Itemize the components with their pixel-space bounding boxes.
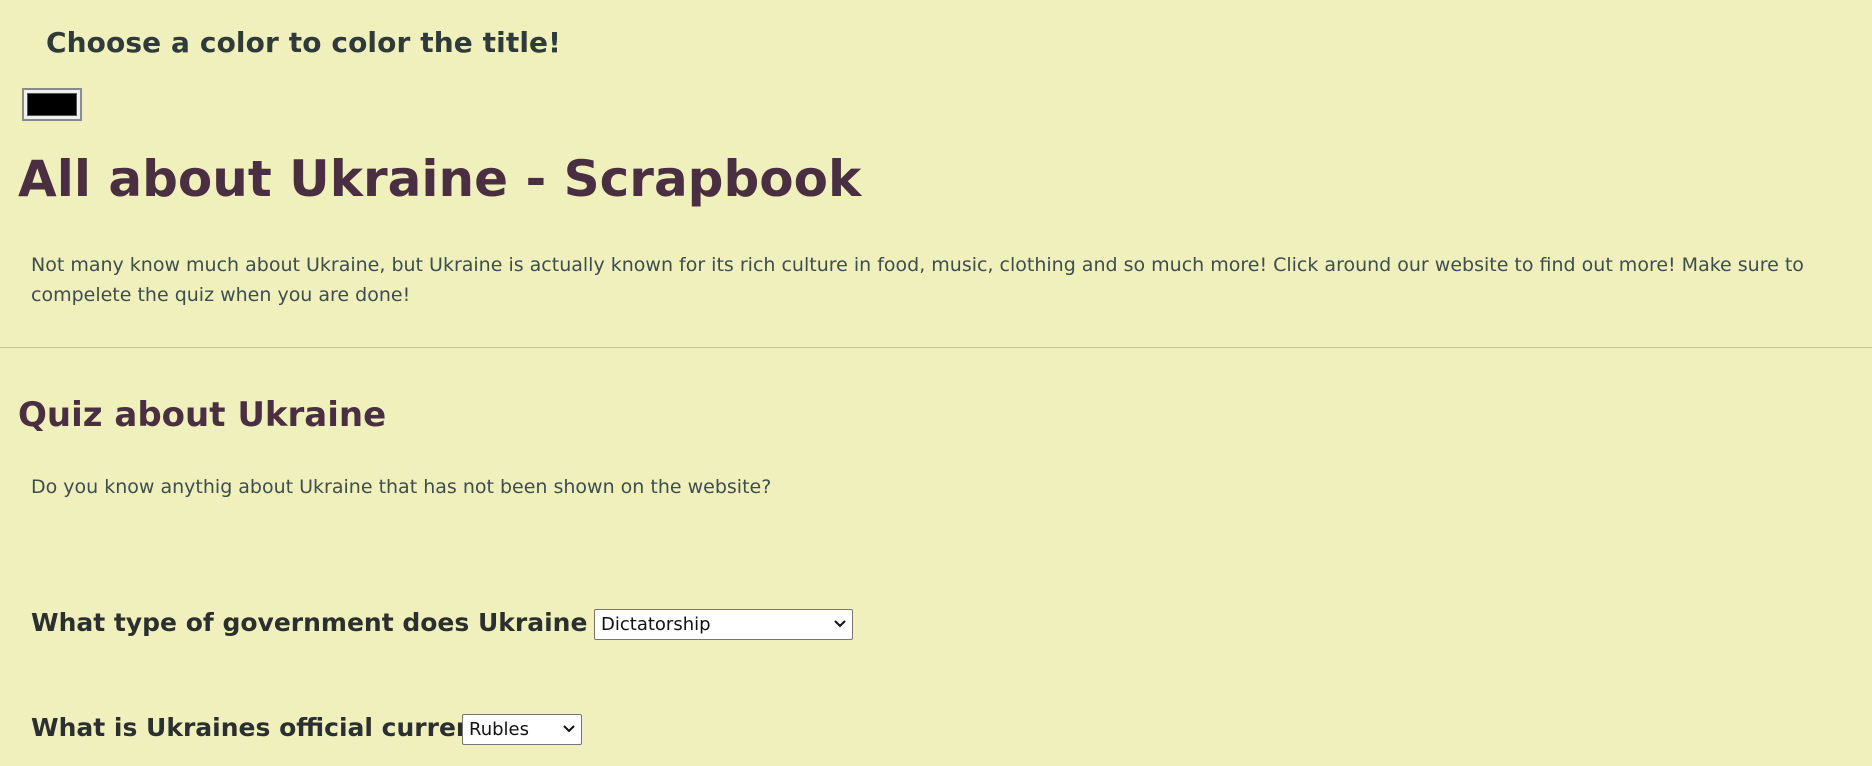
- currency-select-value: Rubles: [469, 719, 529, 740]
- intro-paragraph: Not many know much about Ukraine, but Uk…: [31, 254, 1804, 306]
- quiz-title: Quiz about Ukraine: [18, 395, 387, 435]
- chevron-down-icon: [563, 725, 575, 733]
- color-picker-label: Choose a color to color the title!: [46, 26, 562, 59]
- currency-select[interactable]: Rubles: [462, 714, 582, 745]
- chevron-down-icon: [834, 620, 846, 628]
- page-title: All about Ukraine - Scrapbook: [18, 150, 862, 208]
- government-select[interactable]: Dictatorship: [594, 609, 853, 640]
- title-color-picker[interactable]: [22, 88, 82, 121]
- color-picker-swatch: [27, 93, 77, 116]
- quiz-intro: Do you know anythig about Ukraine that h…: [31, 476, 772, 498]
- divider: [0, 347, 1872, 348]
- question-government-label: What type of government does Ukraine hav…: [31, 608, 679, 637]
- question-currency-label: What is Ukraines official currency?: [31, 713, 520, 742]
- government-select-value: Dictatorship: [601, 614, 711, 635]
